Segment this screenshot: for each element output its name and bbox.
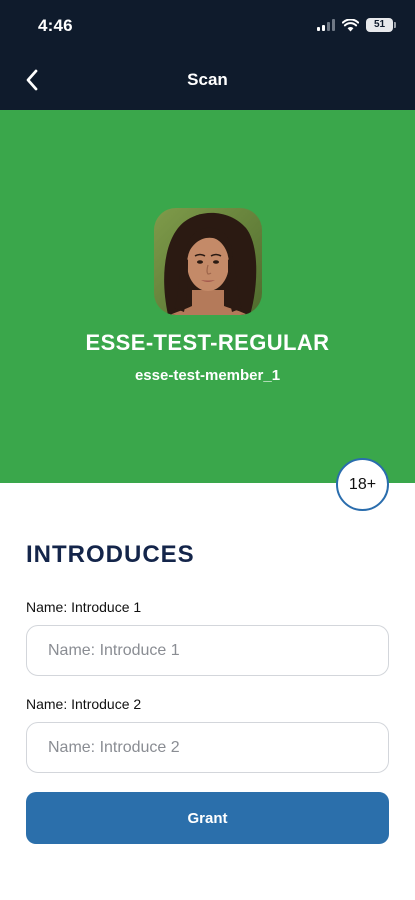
- top-bar: 4:46 51 Scan: [0, 0, 415, 110]
- member-header: ESSE-TEST-REGULAR esse-test-member_1: [0, 110, 415, 483]
- battery-icon: 51: [366, 18, 396, 32]
- wifi-icon: [342, 18, 359, 31]
- introduce-2-input[interactable]: [26, 722, 389, 773]
- status-time: 4:46: [38, 16, 73, 35]
- grant-button[interactable]: Grant: [26, 792, 389, 844]
- status-icons: 51: [317, 18, 396, 32]
- page-title: Scan: [187, 70, 228, 89]
- avatar: [154, 208, 262, 315]
- introduce-2-label: Name: Introduce 2: [26, 696, 142, 712]
- member-name: ESSE-TEST-REGULAR: [85, 330, 330, 355]
- scan-screen: 4:46 51 Scan ESSE-TEST-REGULAR esse-test…: [0, 0, 415, 900]
- age-badge: 18+: [336, 458, 389, 511]
- section-title: INTRODUCES: [26, 541, 195, 568]
- cellular-signal-icon: [317, 19, 335, 31]
- member-id: esse-test-member_1: [134, 367, 281, 384]
- introduce-1-label: Name: Introduce 1: [26, 599, 142, 615]
- introduce-1-input[interactable]: [26, 625, 389, 676]
